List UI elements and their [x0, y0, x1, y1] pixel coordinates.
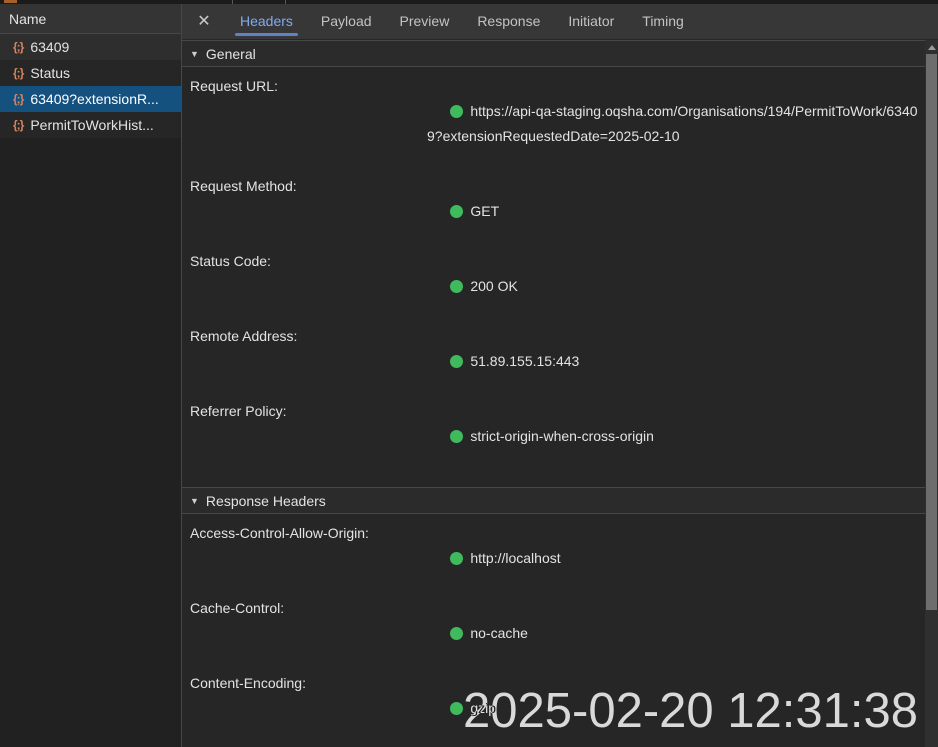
header-value: 200 OK — [470, 278, 517, 294]
header-value: strict-origin-when-cross-origin — [470, 428, 654, 444]
header-name: Status Code: — [190, 249, 427, 324]
cutoff-row-fragment — [4, 0, 17, 3]
triangle-down-icon: ▼ — [190, 496, 199, 506]
header-value: https://api-qa-staging.oqsha.com/Organis… — [427, 103, 918, 144]
header-name: Request URL: — [190, 74, 427, 174]
tab-list: Headers Payload Preview Response Initiat… — [226, 0, 698, 39]
scroll-up-arrow-icon[interactable] — [928, 45, 936, 50]
scrollbar-thumb[interactable] — [926, 54, 937, 610]
header-row: Request Method: GET — [182, 174, 925, 249]
header-value: no-cache — [470, 625, 528, 641]
header-row: Cache-Control: no-cache — [182, 596, 925, 671]
header-row: Remote Address: 51.89.155.15:443 — [182, 324, 925, 399]
json-braces-icon: {;} — [13, 118, 23, 132]
requests-sidebar: Name {;} 63409 {;} Status {;} 63409?exte… — [0, 4, 182, 747]
header-value: 51.89.155.15:443 — [470, 353, 579, 369]
request-name: 63409?extensionR... — [30, 91, 158, 107]
header-name: Remote Address: — [190, 324, 427, 399]
detail-tabbar: ✕ Headers Payload Preview Response Initi… — [182, 0, 938, 39]
section-title: Response Headers — [206, 493, 326, 509]
request-list-item-permittoworkhist[interactable]: {;} PermitToWorkHist... — [0, 112, 181, 138]
status-dot-icon — [450, 552, 463, 565]
json-braces-icon: {;} — [13, 92, 23, 106]
status-dot-icon — [450, 105, 463, 118]
column-divider — [285, 0, 286, 4]
header-name: Content-Encoding: — [190, 671, 427, 746]
status-dot-icon — [450, 430, 463, 443]
section-header[interactable]: ▼ General — [182, 40, 925, 67]
name-column-header[interactable]: Name — [0, 4, 181, 34]
top-strip — [0, 0, 938, 4]
request-list: {;} 63409 {;} Status {;} 63409?extension… — [0, 34, 181, 138]
header-name: Cache-Control: — [190, 596, 427, 671]
status-dot-icon — [450, 205, 463, 218]
request-detail-panel: ✕ Headers Payload Preview Response Initi… — [182, 0, 938, 747]
close-icon[interactable]: ✕ — [182, 0, 226, 39]
headers-content: ▼ General Request URL: https://api-qa-st… — [182, 40, 925, 747]
header-row: Access-Control-Allow-Origin: http://loca… — [182, 521, 925, 596]
status-dot-icon — [450, 280, 463, 293]
tab-response[interactable]: Response — [463, 0, 554, 39]
status-dot-icon — [450, 702, 463, 715]
tab-preview[interactable]: Preview — [386, 0, 464, 39]
status-dot-icon — [450, 355, 463, 368]
json-braces-icon: {;} — [13, 40, 23, 54]
name-column-label: Name — [9, 11, 46, 27]
request-name: Status — [30, 65, 70, 81]
devtools-network-panel: Name {;} 63409 {;} Status {;} 63409?exte… — [0, 0, 938, 747]
tab-label: Timing — [642, 13, 684, 29]
tab-timing[interactable]: Timing — [628, 0, 698, 39]
section-rows: Request URL: https://api-qa-staging.oqsh… — [182, 67, 925, 487]
status-dot-icon — [450, 627, 463, 640]
header-value: GET — [470, 203, 499, 219]
header-name: Access-Control-Allow-Origin: — [190, 521, 427, 596]
tab-payload[interactable]: Payload — [307, 0, 386, 39]
header-row: Status Code: 200 OK — [182, 249, 925, 324]
section-response-headers: ▼ Response Headers Access-Control-Allow-… — [182, 487, 925, 747]
tab-label: Payload — [321, 13, 372, 29]
request-name: PermitToWorkHist... — [30, 117, 153, 133]
section-general: ▼ General Request URL: https://api-qa-st… — [182, 40, 925, 487]
column-divider — [232, 0, 233, 4]
json-braces-icon: {;} — [13, 66, 23, 80]
tab-headers[interactable]: Headers — [226, 0, 307, 39]
header-row: Request URL: https://api-qa-staging.oqsh… — [182, 74, 925, 174]
triangle-down-icon: ▼ — [190, 49, 199, 59]
section-header[interactable]: ▼ Response Headers — [182, 487, 925, 514]
request-list-item-status[interactable]: {;} Status — [0, 60, 181, 86]
tab-label: Preview — [400, 13, 450, 29]
header-row: Content-Encoding: gzip — [182, 671, 925, 746]
scrollbar[interactable] — [925, 40, 938, 747]
tab-label: Initiator — [568, 13, 614, 29]
header-value: http://localhost — [470, 550, 560, 566]
header-name: Request Method: — [190, 174, 427, 249]
header-name: Referrer Policy: — [190, 399, 427, 474]
header-row: Referrer Policy: strict-origin-when-cros… — [182, 399, 925, 474]
section-title: General — [206, 46, 256, 62]
tab-initiator[interactable]: Initiator — [554, 0, 628, 39]
section-rows: Access-Control-Allow-Origin: http://loca… — [182, 514, 925, 747]
tab-label: Headers — [240, 13, 293, 29]
tab-label: Response — [477, 13, 540, 29]
request-name: 63409 — [30, 39, 69, 55]
header-value: gzip — [470, 700, 496, 716]
request-list-item-63409[interactable]: {;} 63409 — [0, 34, 181, 60]
request-list-item-63409-extensionr[interactable]: {;} 63409?extensionR... — [0, 86, 181, 112]
